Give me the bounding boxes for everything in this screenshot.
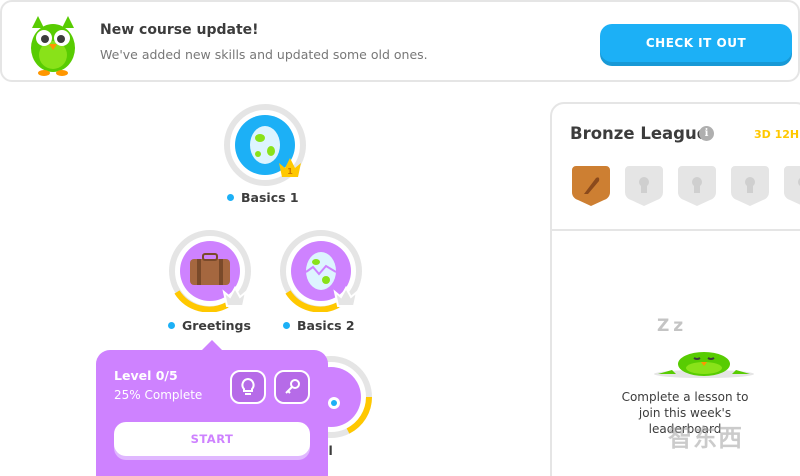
crown-outline-icon <box>222 286 248 307</box>
sleeping-duo-icon <box>654 352 754 378</box>
new-dot <box>168 322 175 329</box>
course-update-banner: New course update! We've added new skill… <box>0 0 800 82</box>
locked-league-badge-icon <box>783 166 800 205</box>
check-it-out-button[interactable]: CHECK IT OUT <box>600 24 792 62</box>
crown-icon: 1 <box>279 158 301 177</box>
league-countdown: 3D 12H 3 <box>754 128 800 141</box>
bronze-league-badge-icon <box>571 166 611 206</box>
skill-label-greetings: Greetings <box>168 318 251 333</box>
locked-league-badge-icon <box>730 166 770 206</box>
key-icon <box>285 379 300 394</box>
test-out-button[interactable] <box>274 370 310 404</box>
banner-text: We've added new skills and updated some … <box>100 47 428 62</box>
league-title: Bronze League <box>570 124 708 143</box>
popup-level: Level 0/5 <box>114 368 178 383</box>
skill-label-basics-2: Basics 2 <box>283 318 355 333</box>
tips-button[interactable] <box>230 370 266 404</box>
sleeping-zz: Z z <box>657 316 683 336</box>
locked-league-badge-icon <box>624 166 664 206</box>
svg-text:1: 1 <box>287 167 293 176</box>
start-button[interactable]: START <box>114 422 310 456</box>
popup-progress: 25% Complete <box>114 388 203 402</box>
crown-outline-icon <box>333 286 359 307</box>
skill-label-basics-1: Basics 1 <box>227 190 299 205</box>
banner-title: New course update! <box>100 22 259 38</box>
duo-owl-icon <box>31 16 75 76</box>
locked-league-badge-icon <box>677 166 717 206</box>
watermark: 智东西 <box>668 424 743 452</box>
new-dot <box>283 322 290 329</box>
lightbulb-icon <box>241 378 255 395</box>
new-dot <box>227 194 234 201</box>
info-icon[interactable]: i <box>699 126 714 141</box>
divider <box>552 229 800 231</box>
skill-popup: Level 0/5 25% Complete START <box>96 350 328 476</box>
